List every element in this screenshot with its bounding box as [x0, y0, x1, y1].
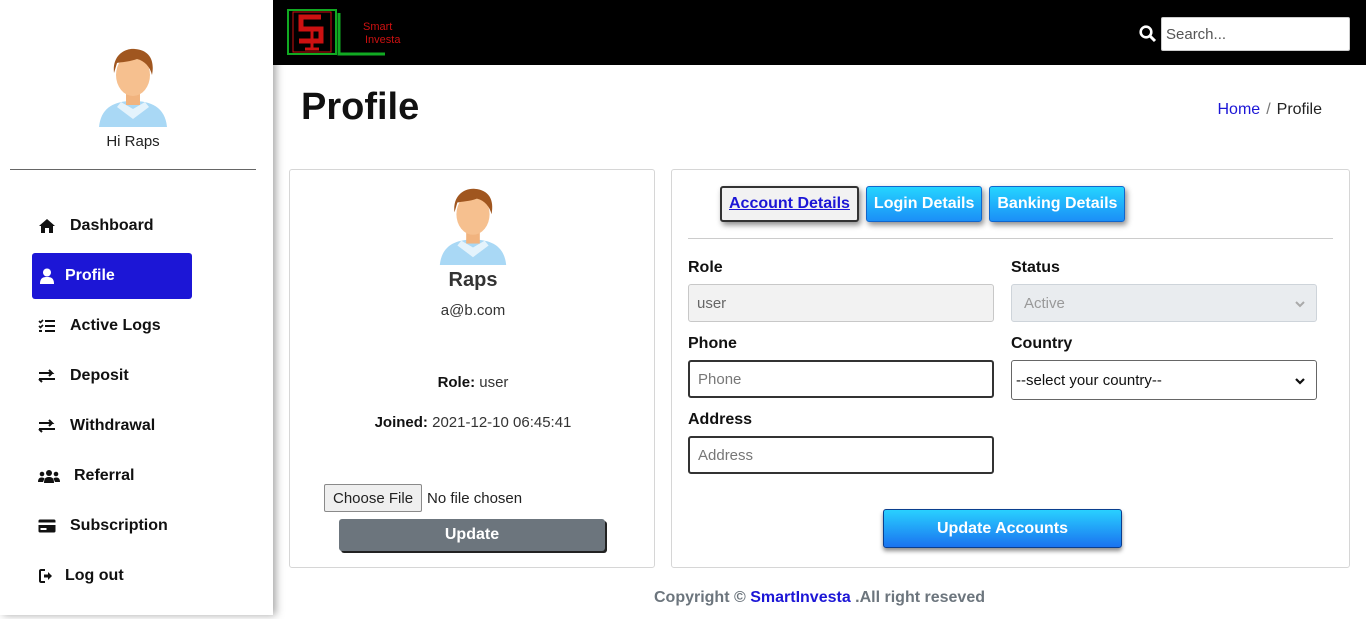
avatar: [95, 45, 171, 127]
profile-avatar: [435, 185, 511, 265]
page-title: Profile: [301, 86, 420, 128]
list-check-icon: [38, 317, 56, 335]
profile-name: Raps: [448, 269, 498, 291]
sidebar-divider: [10, 169, 256, 170]
chevron-down-icon: [1294, 297, 1306, 309]
sidebar-item-dashboard[interactable]: Dashboard: [32, 203, 252, 249]
sidebar-item-profile[interactable]: Profile: [32, 253, 192, 299]
account-card: Account Details Login Details Banking De…: [671, 169, 1350, 568]
footer: Copyright © SmartInvesta .All right rese…: [273, 589, 1366, 607]
phone-placeholder: Phone: [698, 370, 742, 388]
tab-login-details[interactable]: Login Details: [865, 186, 983, 222]
top-navbar: Smart Investa: [273, 0, 1366, 65]
file-status-text: No file chosen: [427, 489, 523, 507]
profile-joined: Joined: 2021-12-10 06:45:41: [290, 414, 656, 431]
status-select-value: Active: [1024, 294, 1065, 312]
role-field[interactable]: user: [688, 284, 994, 322]
tabs-divider: [688, 238, 1333, 239]
sidebar-item-subscription[interactable]: Subscription: [32, 503, 252, 549]
breadcrumb-separator: /: [1266, 101, 1271, 118]
home-icon: [38, 217, 56, 235]
credit-card-icon: [38, 517, 56, 535]
sidebar-item-withdrawal[interactable]: Withdrawal: [32, 403, 252, 449]
user-icon: [38, 267, 56, 285]
exchange-icon: [38, 367, 56, 385]
sidebar-item-label: Log out: [65, 567, 124, 584]
phone-field[interactable]: Phone: [688, 360, 994, 398]
update-avatar-button[interactable]: Update: [339, 519, 605, 551]
country-field-label: Country: [1011, 335, 1073, 352]
choose-file-button[interactable]: Choose File: [324, 484, 423, 512]
role-field-value: user: [697, 294, 727, 312]
sidebar-item-active-logs[interactable]: Active Logs: [32, 303, 252, 349]
avatar-file-input: Choose File No file chosen: [324, 484, 522, 512]
country-select[interactable]: --select your country--: [1011, 360, 1317, 400]
tab-banking-details[interactable]: Banking Details: [989, 186, 1126, 222]
address-field[interactable]: Address: [688, 436, 994, 474]
logo-text-line1: Smart: [363, 21, 393, 33]
sidebar-item-label: Profile: [65, 267, 115, 284]
status-field-label: Status: [1011, 259, 1060, 276]
profile-card: Raps a@b.com Role: user Joined: 2021-12-…: [289, 169, 655, 568]
account-tabs: Account Details Login Details Banking De…: [720, 186, 1126, 222]
country-select-value: --select your country--: [1016, 371, 1162, 389]
breadcrumb-current: Profile: [1276, 101, 1322, 118]
copyright-suffix: .All right reseved: [855, 589, 985, 606]
joined-value: 2021-12-10 06:45:41: [432, 414, 572, 431]
sign-out-icon: [38, 567, 56, 585]
profile-email: a@b.com: [440, 302, 506, 319]
footer-brand-link[interactable]: SmartInvesta: [750, 589, 851, 606]
logo-text-line2: Investa: [365, 34, 401, 46]
sidebar-item-label: Active Logs: [70, 317, 161, 334]
sidebar-item-label: Withdrawal: [70, 417, 156, 434]
sidebar-item-logout[interactable]: Log out: [32, 553, 252, 599]
user-greeting: Hi Raps: [106, 133, 160, 150]
status-select[interactable]: Active: [1011, 284, 1317, 322]
sidebar-nav: Dashboard Profile Active Logs Deposit Wi…: [32, 203, 252, 603]
users-icon: [38, 467, 60, 485]
chevron-down-icon: [1294, 374, 1306, 386]
phone-field-label: Phone: [688, 335, 737, 352]
sidebar-item-label: Deposit: [70, 367, 129, 384]
tab-account-details[interactable]: Account Details: [720, 186, 859, 222]
copyright-text: Copyright ©: [653, 589, 746, 606]
update-accounts-button[interactable]: Update Accounts: [883, 509, 1122, 548]
sidebar-item-label: Subscription: [70, 517, 168, 534]
sidebar-item-label: Referral: [74, 467, 135, 484]
sidebar-item-referral[interactable]: Referral: [32, 453, 252, 499]
role-value: user: [479, 374, 509, 391]
exchange-icon: [38, 417, 56, 435]
role-field-label: Role: [688, 259, 723, 276]
joined-label: Joined:: [374, 414, 428, 431]
profile-role: Role: user: [290, 374, 656, 391]
brand-logo[interactable]: Smart Investa: [287, 9, 402, 57]
breadcrumb-home-link[interactable]: Home: [1218, 101, 1261, 119]
address-placeholder: Address: [698, 446, 754, 464]
role-label: Role:: [437, 374, 476, 391]
sidebar-item-label: Dashboard: [70, 217, 154, 234]
sidebar-item-deposit[interactable]: Deposit: [32, 353, 252, 399]
search-icon[interactable]: [1139, 25, 1157, 43]
breadcrumb: Home / Profile: [1218, 101, 1323, 119]
search-input[interactable]: [1161, 17, 1350, 51]
address-field-label: Address: [688, 411, 753, 428]
sidebar: Hi Raps Dashboard Profile Active Logs De…: [0, 0, 273, 615]
